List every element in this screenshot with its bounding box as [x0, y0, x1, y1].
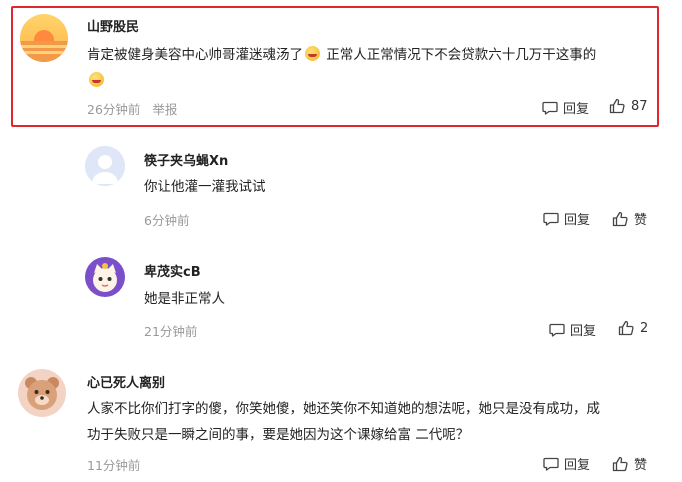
reply-label: 回复	[563, 102, 590, 117]
cat-avatar-icon	[85, 257, 125, 297]
comment-text-part2: 正常人正常情况下不会贷款六十几万干这事的	[326, 47, 597, 63]
sunset-avatar-icon	[20, 14, 68, 62]
reply-button[interactable]: 回复	[543, 209, 590, 228]
comment-bubble-icon	[543, 212, 559, 226]
reply-button[interactable]: 回复	[543, 454, 590, 473]
comment-bubble-icon	[549, 323, 565, 337]
thumbs-up-icon	[612, 456, 628, 471]
avatar[interactable]	[18, 369, 66, 417]
reply-button[interactable]: 回复	[542, 98, 589, 117]
bear-avatar-icon	[18, 369, 66, 417]
like-label: 赞	[634, 458, 648, 473]
username[interactable]: 心已死人离别	[87, 372, 165, 391]
comment-text: 人家不比你们打字的傻，你笑她傻，她还笑你不知道她的想法呢，她只是没有成功，成 功…	[87, 396, 662, 448]
avatar[interactable]	[85, 146, 125, 186]
like-button[interactable]: 2	[618, 320, 648, 336]
comment-text-line2: 功于失败只是一瞬之间的事，要是她因为这个课嫁给富 二代呢？	[87, 427, 470, 443]
thumbs-up-icon	[612, 211, 628, 226]
reply-label: 回复	[564, 213, 591, 228]
comment-text-line1: 人家不比你们打字的傻，你笑她傻，她还笑你不知道她的想法呢，她只是没有成功，成	[87, 401, 600, 417]
username[interactable]: 山野股民	[87, 16, 139, 35]
thumbs-up-icon	[609, 98, 625, 114]
timestamp: 21分钟前	[144, 324, 198, 339]
report-link[interactable]: 举报	[152, 102, 177, 117]
laughing-emoji-icon	[305, 46, 320, 61]
comment-bubble-icon	[542, 101, 558, 115]
like-button[interactable]: 赞	[612, 454, 647, 473]
like-label: 赞	[634, 213, 648, 228]
comment-meta: 26分钟前 举报	[87, 99, 177, 118]
default-user-avatar-icon	[85, 146, 125, 186]
comment-text: 你让他灌一灌我试试	[144, 179, 266, 195]
username[interactable]: 卑茂实cB	[144, 261, 201, 280]
comment-text-part1: 肯定被健身美容中心帅哥灌迷魂汤了	[87, 47, 303, 63]
comment-text: 她是非正常人	[144, 291, 225, 307]
laughing-emoji-icon	[89, 72, 104, 87]
like-button[interactable]: 赞	[612, 209, 647, 228]
reply-label: 回复	[564, 458, 591, 473]
timestamp: 26分钟前	[87, 102, 141, 117]
avatar[interactable]	[85, 257, 125, 297]
reply-label: 回复	[570, 324, 597, 339]
like-count: 87	[631, 98, 648, 114]
comment-bubble-icon	[543, 457, 559, 471]
avatar[interactable]	[20, 14, 68, 62]
like-count: 2	[640, 320, 649, 336]
thumbs-up-icon	[618, 320, 634, 336]
timestamp: 6分钟前	[144, 213, 190, 228]
comment-text: 肯定被健身美容中心帅哥灌迷魂汤了 正常人正常情况下不会贷款六十几万干这事的	[87, 42, 647, 94]
like-button[interactable]: 87	[609, 98, 648, 114]
reply-button[interactable]: 回复	[549, 320, 596, 339]
username[interactable]: 筷子夹乌蝇Xn	[144, 150, 228, 169]
timestamp: 11分钟前	[87, 458, 141, 473]
